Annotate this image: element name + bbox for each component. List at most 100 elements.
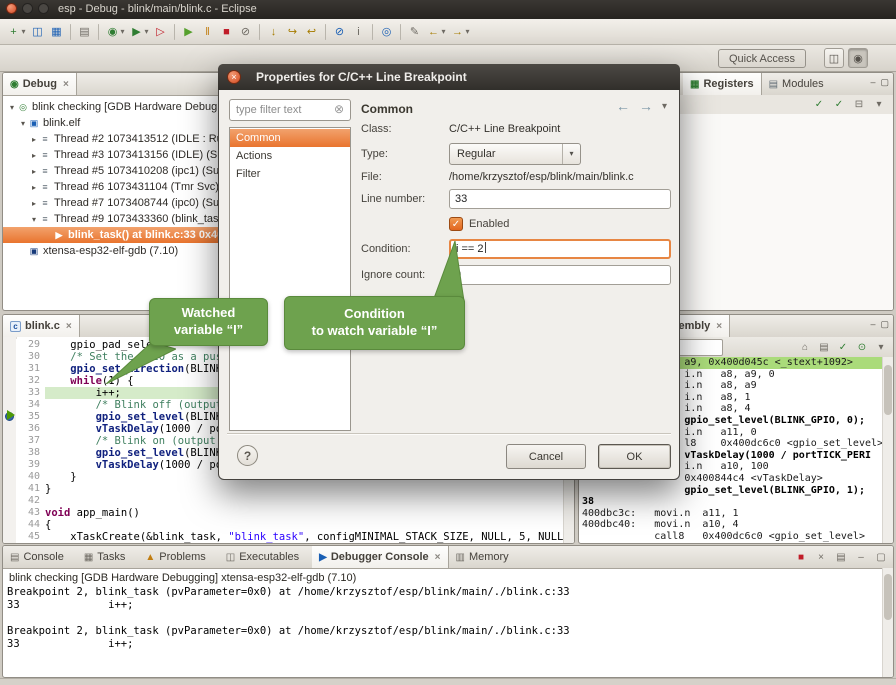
close-icon[interactable]: × [716, 321, 722, 332]
expand-arrow-icon[interactable]: ▸ [29, 167, 39, 176]
debug-tree-item[interactable]: ▸ ≡ Thread #7 1073408744 (ipc0) (Susp [3, 195, 221, 211]
debug-tree-item[interactable]: ▸ ≡ Thread #6 1073431104 (Tmr Svc) (S [3, 179, 221, 195]
annotation-ruler[interactable] [3, 337, 17, 543]
debug-tree-item[interactable]: ▾ ◎ blink checking [GDB Hardware Debug [3, 99, 221, 115]
debug-tree-item[interactable]: ▶ blink_task() at blink.c:33 0x400db [3, 227, 221, 243]
resume-icon[interactable]: ▶ [179, 22, 198, 41]
minimize-icon[interactable]: – [853, 549, 869, 565]
close-icon[interactable]: × [63, 79, 69, 90]
debug-tree-item[interactable]: ▸ ≡ Thread #5 1073410208 (ipc1) (Susp [3, 163, 221, 179]
debug-tree-item[interactable]: ▣ xtensa-esp32-elf-gdb (7.10) [3, 243, 221, 259]
toolbar-separator[interactable] [70, 24, 71, 40]
debug-tree-item[interactable]: ▾ ▣ blink.elf [3, 115, 221, 131]
ok-button[interactable]: OK [598, 444, 671, 469]
step-over-icon[interactable]: ↪ [283, 22, 302, 41]
expand-arrow-icon[interactable]: ▸ [29, 199, 39, 208]
minimize-icon[interactable]: – [870, 77, 875, 88]
home-icon[interactable]: ⌂ [797, 339, 813, 355]
dialog-close-button[interactable]: × [227, 70, 241, 84]
clear-filter-icon[interactable]: ⊗ [334, 102, 344, 116]
run-dropdown-icon[interactable]: ▾ [142, 22, 151, 41]
toolbar-separator[interactable] [400, 24, 401, 40]
tab-modules[interactable]: ▤ Modules [762, 73, 831, 95]
back-icon[interactable]: ← [616, 98, 630, 114]
console-tab[interactable]: ▲ Problems [138, 546, 218, 568]
scrollbar-thumb[interactable] [884, 365, 892, 415]
skip-breakpoints-icon[interactable]: ⊘ [330, 22, 349, 41]
disconnect-icon[interactable]: ⊘ [236, 22, 255, 41]
debug-dropdown-icon[interactable]: ▾ [118, 22, 127, 41]
disassembly-line[interactable]: gpio_set_level(BLINK_GPIO, 1); [582, 485, 883, 497]
debug-tree-item[interactable]: ▸ ≡ Thread #2 1073413512 (IDLE : Runn [3, 131, 221, 147]
expand-arrow-icon[interactable]: ▸ [29, 151, 39, 160]
disassembly-line[interactable]: 38 [582, 496, 883, 508]
type-dropdown[interactable]: Regular ▾ [449, 143, 581, 165]
toolbar-separator[interactable] [325, 24, 326, 40]
maximize-icon[interactable]: ▢ [880, 319, 889, 330]
step-into-icon[interactable]: ↓ [264, 22, 283, 41]
enabled-checkbox[interactable]: ✓ [449, 217, 463, 231]
annotation-icon[interactable]: ✎ [405, 22, 424, 41]
step-return-icon[interactable]: ↩ [302, 22, 321, 41]
code-line[interactable]: 42 [16, 495, 564, 507]
minimize-icon[interactable]: – [870, 319, 875, 330]
expand-arrow-icon[interactable]: ▸ [29, 183, 39, 192]
console-tab[interactable]: ▥ Memory [449, 546, 522, 568]
tab-blink-c[interactable]: c blink.c × [3, 315, 80, 337]
window-maximize-button[interactable] [38, 3, 49, 14]
debug-tree-item[interactable]: ▾ ≡ Thread #9 1073433360 (blink_task [3, 211, 221, 227]
toolbar-separator[interactable] [259, 24, 260, 40]
chevron-down-icon[interactable]: ▾ [562, 144, 580, 164]
disassembly-line[interactable]: 400dbc3c: movi.n a11, 1 [582, 508, 883, 520]
cancel-button[interactable]: Cancel [506, 444, 586, 469]
view-menu-icon[interactable]: ▾ [873, 339, 889, 355]
chevron-down-icon[interactable]: ▾ [662, 101, 667, 112]
terminate-icon[interactable]: ■ [793, 549, 809, 565]
expand-arrow-icon[interactable]: ▾ [7, 103, 17, 112]
debug-perspective-icon[interactable]: ◉ [848, 48, 868, 68]
code-line[interactable]: 43 void app_main() [16, 507, 564, 519]
expand-arrow-icon[interactable]: ▾ [29, 215, 39, 224]
console-tab[interactable]: ▦ Tasks [77, 546, 139, 568]
suspend-icon[interactable]: ‖ [198, 22, 217, 41]
clear-console-icon[interactable]: ▤ [833, 549, 849, 565]
disassembly-line[interactable]: call8 0x400dc6c0 <gpio_set_level> [582, 531, 883, 543]
console-output[interactable]: Breakpoint 2, blink_task (pvParameter=0x… [3, 586, 893, 651]
terminate-icon[interactable]: ■ [217, 22, 236, 41]
open-perspective-icon[interactable]: ◫ [824, 48, 844, 68]
console-scrollbar[interactable] [882, 568, 893, 677]
close-icon[interactable]: × [435, 552, 441, 563]
line-number-field[interactable]: 33 [449, 189, 671, 209]
debug-tree-item[interactable]: ▸ ≡ Thread #3 1073413156 (IDLE) (Susp [3, 147, 221, 163]
disassembly-line[interactable]: 400dbc40: movi.n a10, 4 [582, 519, 883, 531]
quick-access-button[interactable]: Quick Access [718, 49, 806, 68]
disassembly-line[interactable]: vTaskDelay(1000 / portTICK_PERI [582, 543, 883, 544]
condition-field[interactable]: i == 2 [449, 239, 671, 259]
expand-arrow-icon[interactable]: ▸ [29, 135, 39, 144]
console-tab[interactable]: ▶ Debugger Console × [312, 546, 448, 568]
window-close-button[interactable] [6, 3, 17, 14]
disassembly-scrollbar[interactable] [882, 357, 893, 543]
code-line[interactable]: 45 xTaskCreate(&blink_task, "blink_task"… [16, 531, 564, 543]
search-icon[interactable]: ◎ [377, 22, 396, 41]
dialog-titlebar[interactable]: × Properties for C/C++ Line Breakpoint [218, 64, 680, 90]
help-button[interactable]: ? [237, 445, 258, 466]
window-minimize-button[interactable] [22, 3, 33, 14]
save-icon[interactable]: ◫ [28, 22, 47, 41]
console-tab[interactable]: ◫ Executables [219, 546, 312, 568]
scrollbar-thumb[interactable] [884, 574, 892, 620]
show-source-icon[interactable]: ▤ [816, 339, 832, 355]
dialog-nav-item[interactable]: Actions [230, 147, 350, 165]
tab-debug[interactable]: ◉ Debug × [3, 73, 77, 95]
ignore-count-field[interactable]: 0 [449, 265, 671, 285]
instruction-stepping-icon[interactable]: i [349, 22, 368, 41]
refresh-icon[interactable]: ⊙ [854, 339, 870, 355]
maximize-icon[interactable]: ▢ [880, 77, 889, 88]
sync-selection-icon[interactable]: ✓ [835, 339, 851, 355]
collapse-all-icon[interactable]: ⊟ [851, 96, 867, 112]
close-icon[interactable]: × [66, 321, 72, 332]
remove-console-icon[interactable]: × [813, 549, 829, 565]
dialog-nav-item[interactable]: Filter [230, 165, 350, 183]
forward-icon[interactable]: → [639, 98, 653, 114]
code-line[interactable]: 44 { [16, 519, 564, 531]
